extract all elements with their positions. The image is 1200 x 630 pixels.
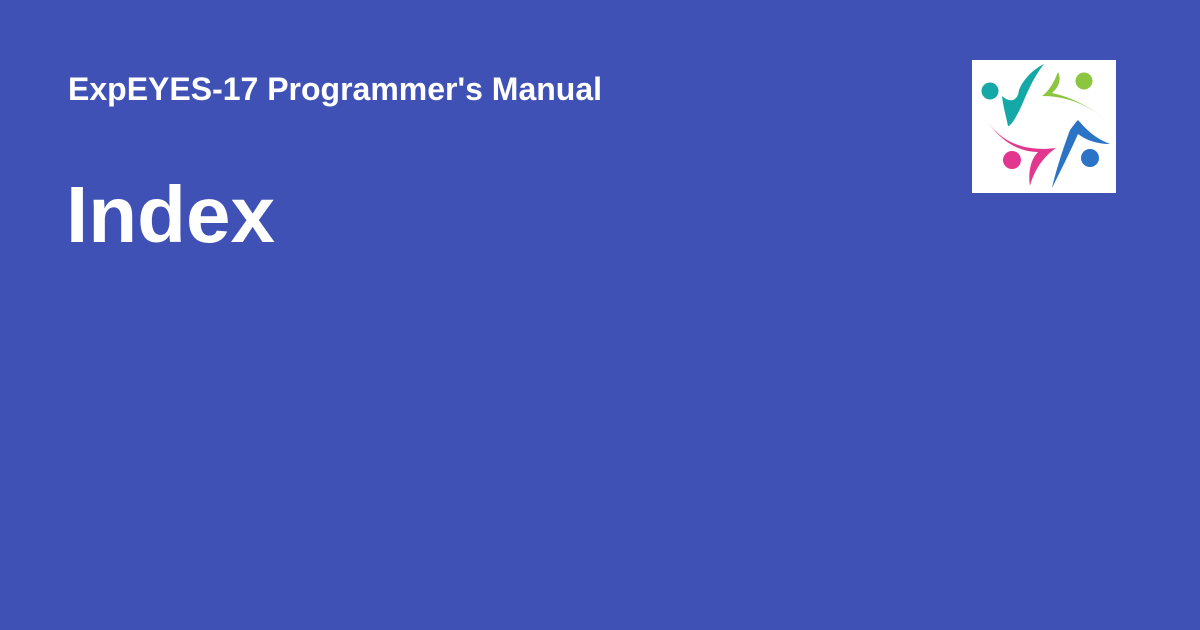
logo-figure-head (981, 82, 999, 100)
logo-figure-pink (988, 122, 1056, 186)
logo-figure-body (1052, 120, 1110, 188)
social-card: ExpEYES-17 Programmer's Manual Index (0, 0, 1200, 630)
logo (972, 60, 1116, 193)
logo-figure-body (1002, 64, 1044, 126)
page-title: Index (66, 170, 275, 259)
logo-figure-blue (1052, 120, 1110, 188)
logo-figure-head (1003, 151, 1021, 169)
logo-figure-green (1042, 72, 1108, 122)
logo-figure-body (1042, 72, 1108, 122)
logo-figure-head (1075, 72, 1093, 90)
people-circle-logo-icon (981, 64, 1110, 188)
site-name: ExpEYES-17 Programmer's Manual (68, 71, 603, 107)
logo-figure-body (988, 122, 1056, 186)
logo-figure-teal (981, 64, 1044, 126)
logo-figure-head (1081, 149, 1099, 167)
